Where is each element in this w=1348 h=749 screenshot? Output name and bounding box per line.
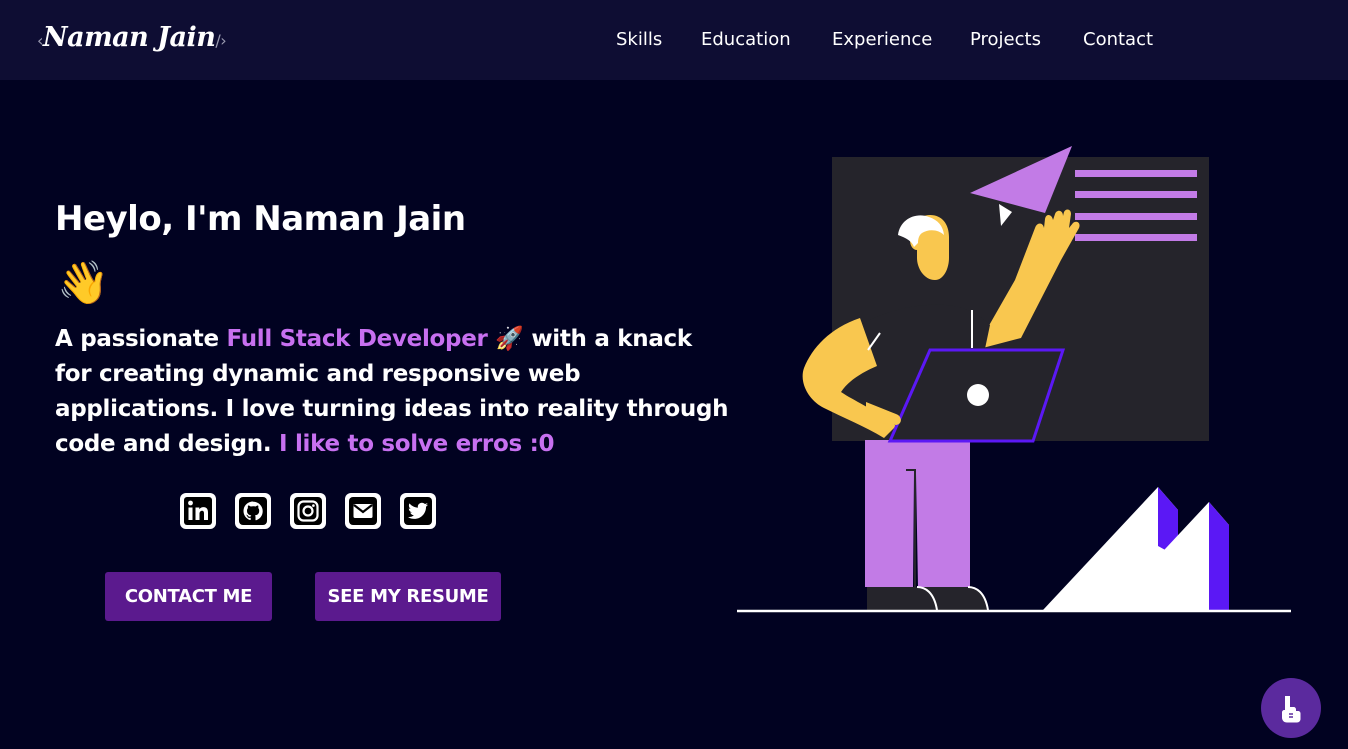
nav-link-projects[interactable]: Projects: [970, 29, 1041, 50]
instagram-icon[interactable]: [290, 493, 326, 529]
github-icon[interactable]: [235, 493, 271, 529]
logo-close-bracket: /›: [215, 31, 227, 50]
nav-link-education[interactable]: Education: [701, 29, 791, 50]
site-logo[interactable]: ‹Naman Jain/›: [37, 22, 227, 53]
desc-highlight: Full Stack Developer: [226, 326, 488, 352]
nav-link-contact[interactable]: Contact: [1083, 29, 1153, 50]
linkedin-icon[interactable]: [180, 493, 216, 529]
hand-pointing-icon: [1282, 696, 1301, 723]
chat-widget-button[interactable]: [1261, 678, 1321, 738]
nav-link-skills[interactable]: Skills: [616, 29, 662, 50]
mail-icon[interactable]: [345, 493, 381, 529]
desc-prefix: A passionate: [55, 326, 227, 352]
nav-link-experience[interactable]: Experience: [832, 29, 932, 50]
contact-me-button[interactable]: CONTACT ME: [105, 572, 272, 621]
rocket-icon: 🚀: [495, 326, 524, 352]
waving-hand-icon: 👋: [57, 258, 110, 307]
hero-description: A passionate Full Stack Developer 🚀 with…: [55, 322, 735, 462]
see-resume-button[interactable]: SEE MY RESUME: [315, 572, 501, 621]
navbar: ‹Naman Jain/› Skills Education Experienc…: [0, 0, 1348, 80]
developer-illustration: [737, 146, 1291, 613]
twitter-icon[interactable]: [400, 493, 436, 529]
desc-closing: I like to solve erros :0: [279, 431, 555, 457]
hero-title: Heylo, I'm Naman Jain: [55, 199, 466, 239]
logo-name: Naman Jain: [42, 22, 216, 53]
